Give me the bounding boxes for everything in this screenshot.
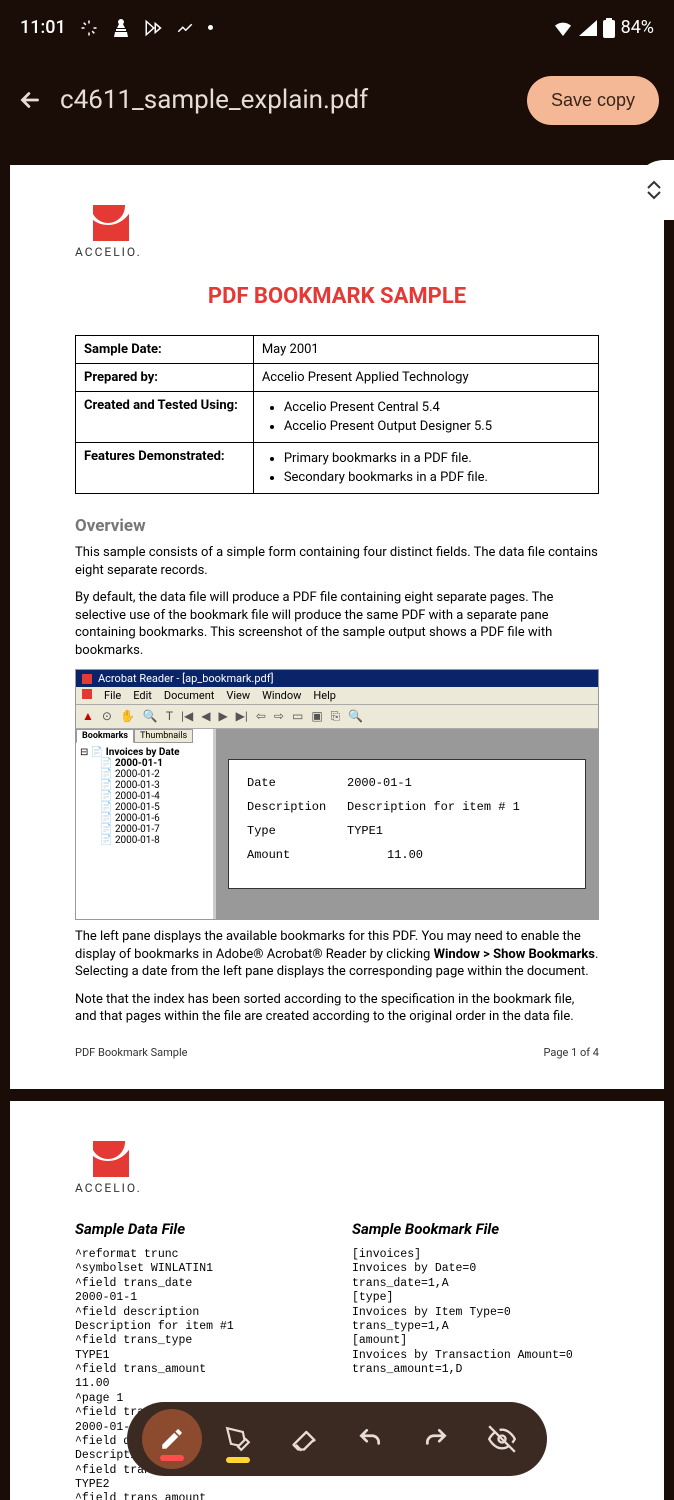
- signal-icon: [579, 20, 597, 36]
- back-button[interactable]: [15, 85, 45, 115]
- chess-icon: [112, 19, 130, 37]
- accelio-logo: ACCELIO.: [75, 1141, 155, 1195]
- acrobat-reader-screenshot: Acrobat Reader - [ap_bookmark.pdf] FileE…: [75, 669, 599, 920]
- highlighter-tool-button[interactable]: [208, 1409, 268, 1469]
- doc-title: PDF BOOKMARK SAMPLE: [75, 284, 599, 309]
- app-bar: c4611_sample_explain.pdf Save copy: [0, 55, 674, 145]
- metadata-table: Sample Date:May 2001 Prepared by:Accelio…: [75, 335, 599, 494]
- battery-icon: [603, 18, 615, 38]
- redo-button[interactable]: [406, 1409, 466, 1469]
- pdf-viewport[interactable]: ACCELIO. PDF BOOKMARK SAMPLE Sample Date…: [0, 155, 674, 1500]
- sample-bookmark-file-heading: Sample Bookmark File: [352, 1220, 599, 1238]
- eraser-tool-button[interactable]: [274, 1409, 334, 1469]
- status-time: 11:01: [20, 17, 66, 38]
- para-4: Note that the index has been sorted acco…: [75, 991, 599, 1026]
- page-footer: PDF Bookmark SamplePage 1 of 4: [75, 1046, 599, 1059]
- visibility-off-button[interactable]: [472, 1409, 532, 1469]
- sample-data-file-heading: Sample Data File: [75, 1220, 322, 1238]
- sample-bookmark-file-content: [invoices] Invoices by Date=0 trans_date…: [352, 1248, 599, 1377]
- overview-heading: Overview: [75, 516, 599, 536]
- annotation-toolbar: [127, 1402, 547, 1476]
- dot-icon: [208, 25, 213, 30]
- overview-para-1: This sample consists of a simple form co…: [75, 544, 599, 579]
- para-3: The left pane displays the available boo…: [75, 928, 599, 981]
- trend-icon: [176, 19, 194, 37]
- battery-pct: 84%: [621, 17, 654, 38]
- overview-para-2: By default, the data file will produce a…: [75, 589, 599, 659]
- wifi-icon: [553, 20, 573, 36]
- pen-tool-button[interactable]: [142, 1409, 202, 1469]
- document-filename: c4611_sample_explain.pdf: [60, 85, 512, 115]
- play-icon: [144, 19, 162, 37]
- home-indicator[interactable]: [267, 1489, 407, 1494]
- sync-icon: [80, 19, 98, 37]
- accelio-logo: ACCELIO.: [75, 205, 155, 259]
- status-bar: 11:01 84%: [0, 0, 674, 55]
- save-copy-button[interactable]: Save copy: [527, 76, 659, 125]
- undo-button[interactable]: [340, 1409, 400, 1469]
- pdf-page-1: ACCELIO. PDF BOOKMARK SAMPLE Sample Date…: [10, 165, 664, 1089]
